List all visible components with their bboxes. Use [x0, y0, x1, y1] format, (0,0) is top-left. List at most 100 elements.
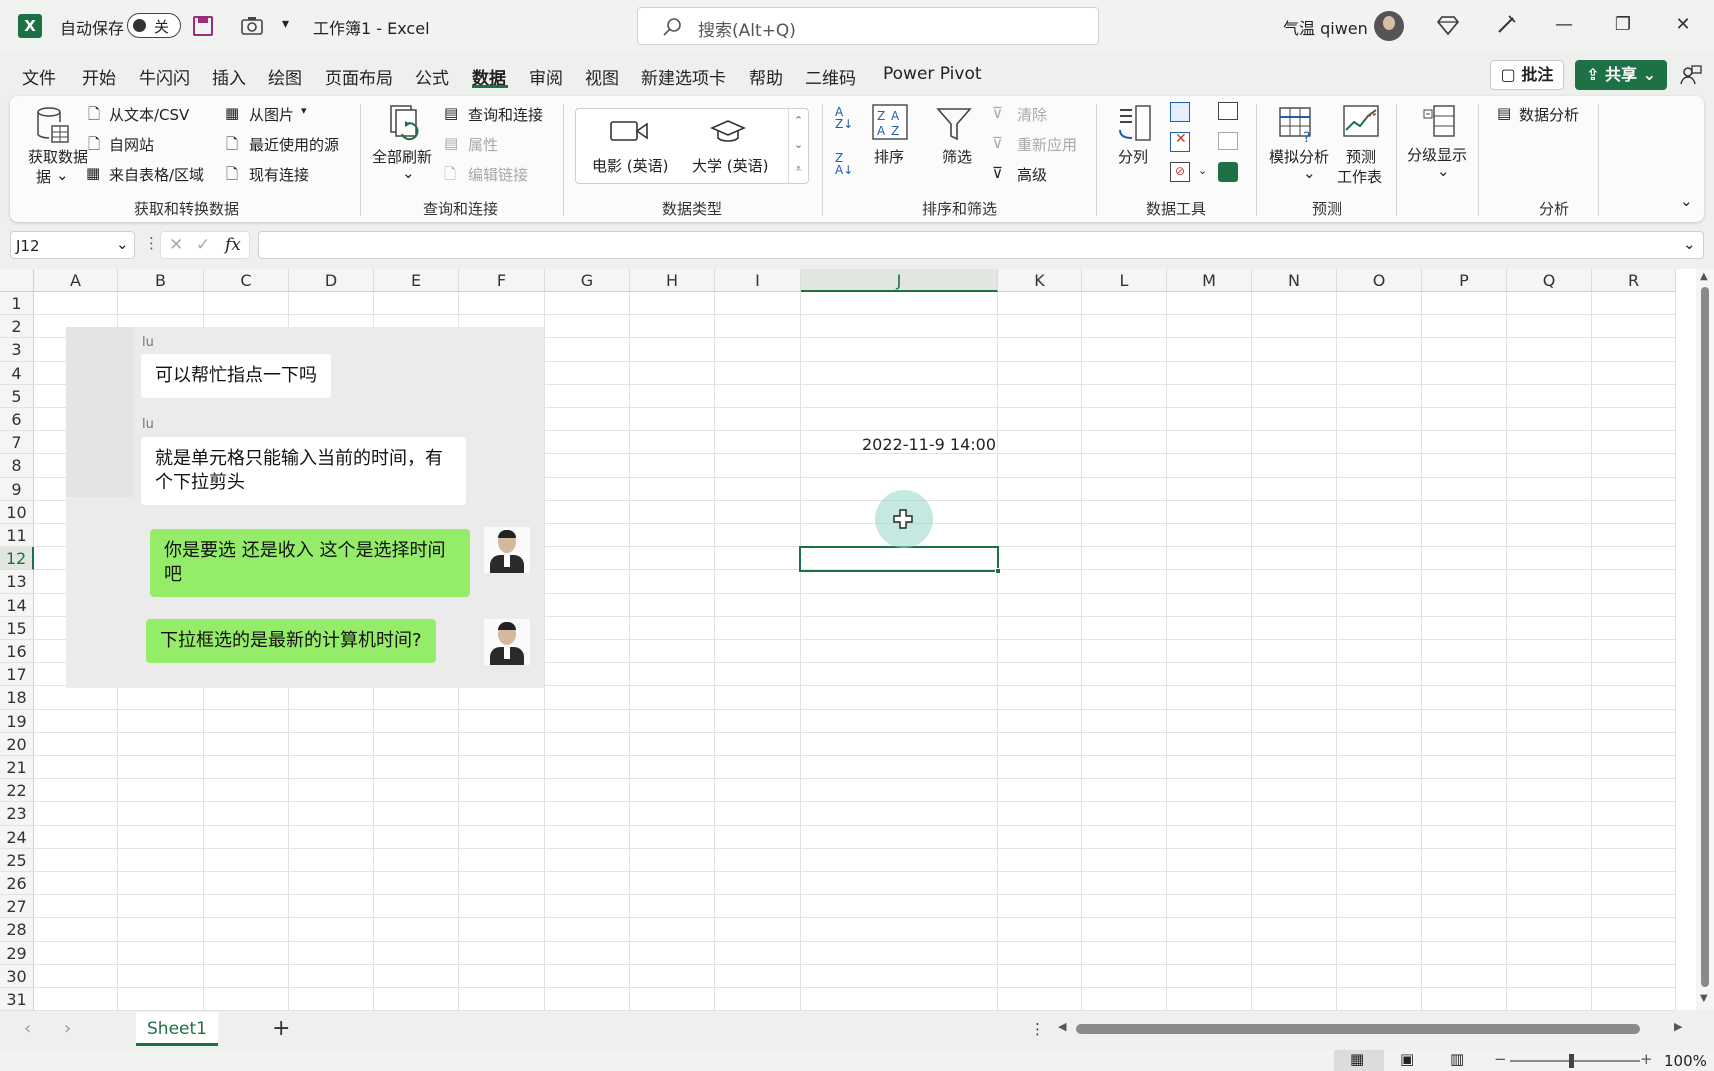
row-header-15[interactable]: 15: [0, 616, 34, 640]
row-header-26[interactable]: 26: [0, 872, 34, 896]
tab-view[interactable]: 视图: [585, 64, 619, 89]
chevron-down-icon[interactable]: ⌄: [1437, 162, 1450, 180]
data-validation-icon[interactable]: ⊘: [1170, 162, 1190, 182]
cell-j7[interactable]: 2022-11-9 14:00: [862, 435, 996, 454]
select-all-corner[interactable]: [0, 269, 34, 292]
qat-dropdown-icon[interactable]: ▾: [282, 16, 289, 32]
row-header-8[interactable]: 8: [0, 454, 34, 478]
chevron-down-icon[interactable]: ⌄: [56, 166, 69, 184]
tab-draw[interactable]: 绘图: [268, 64, 302, 89]
row-header-13[interactable]: 13: [0, 570, 34, 594]
zoom-out-icon[interactable]: −: [1494, 1050, 1507, 1068]
active-cell-j12[interactable]: [799, 546, 999, 572]
column-header-f[interactable]: F: [459, 269, 545, 292]
row-header-5[interactable]: 5: [0, 384, 34, 408]
row-header-6[interactable]: 6: [0, 408, 34, 432]
clear-button[interactable]: 清除: [1017, 104, 1047, 125]
from-picture-button[interactable]: 从图片: [249, 104, 294, 125]
row-header-23[interactable]: 23: [0, 802, 34, 826]
row-header-2[interactable]: 2: [0, 315, 34, 339]
sort-desc-icon[interactable]: Z A↓: [835, 152, 853, 176]
tab-home[interactable]: 开始: [82, 64, 116, 89]
scroll-up-icon[interactable]: ▲: [1700, 271, 1708, 282]
row-header-16[interactable]: 16: [0, 640, 34, 664]
tab-help[interactable]: 帮助: [749, 64, 783, 89]
row-header-10[interactable]: 10: [0, 500, 34, 524]
column-header-m[interactable]: M: [1167, 269, 1252, 292]
row-header-17[interactable]: 17: [0, 663, 34, 687]
advanced-button[interactable]: 高级: [1017, 164, 1047, 185]
add-sheet-button[interactable]: +: [272, 1016, 290, 1041]
horizontal-scroll-thumb[interactable]: [1076, 1024, 1640, 1034]
column-header-k[interactable]: K: [998, 269, 1082, 292]
zoom-slider-thumb[interactable]: [1569, 1054, 1574, 1068]
text-to-columns-button[interactable]: 分列: [1118, 146, 1148, 167]
tab-formulas[interactable]: 公式: [415, 64, 449, 89]
tab-scroll-right-icon[interactable]: ›: [64, 1018, 71, 1039]
row-header-31[interactable]: 31: [0, 988, 34, 1012]
chevron-down-icon[interactable]: ⌄: [1303, 164, 1316, 182]
autosave-toggle[interactable]: 关: [127, 13, 181, 38]
row-header-18[interactable]: 18: [0, 686, 34, 710]
minimize-icon[interactable]: —: [1553, 14, 1575, 36]
tab-niushanshan[interactable]: 牛闪闪: [139, 64, 190, 89]
data-analysis-button[interactable]: 数据分析: [1519, 104, 1579, 125]
row-header-1[interactable]: 1: [0, 292, 34, 316]
row-header-12[interactable]: 12: [0, 547, 34, 571]
row-header-3[interactable]: 3: [0, 338, 34, 362]
restore-icon[interactable]: ❐: [1612, 14, 1634, 36]
search-box[interactable]: 搜索(Alt+Q): [637, 7, 1099, 45]
comments-button[interactable]: ▢ 批注: [1490, 60, 1564, 90]
relationships-icon[interactable]: [1218, 132, 1238, 150]
data-type-universities[interactable]: 大学 (英语): [692, 155, 768, 176]
column-header-d[interactable]: D: [289, 269, 374, 292]
queries-connections-button[interactable]: 查询和连接: [468, 104, 543, 125]
column-header-p[interactable]: P: [1422, 269, 1507, 292]
scroll-down-icon[interactable]: ▼: [1700, 993, 1708, 1004]
chevron-down-icon[interactable]: ▾: [301, 104, 307, 117]
column-header-q[interactable]: Q: [1507, 269, 1592, 292]
hscroll-right-icon[interactable]: ▶: [1674, 1020, 1682, 1033]
column-header-j[interactable]: J: [801, 269, 998, 292]
user-avatar[interactable]: [1374, 11, 1404, 41]
row-header-7[interactable]: 7: [0, 431, 34, 455]
filter-button[interactable]: 筛选: [942, 146, 972, 167]
sort-button[interactable]: 排序: [874, 146, 904, 167]
row-header-11[interactable]: 11: [0, 524, 34, 548]
sort-asc-icon[interactable]: A Z↓: [835, 106, 853, 130]
row-header-14[interactable]: 14: [0, 593, 34, 617]
formula-input[interactable]: ⌄: [258, 231, 1704, 259]
column-header-g[interactable]: G: [545, 269, 630, 292]
remove-duplicates-icon[interactable]: ✕: [1170, 131, 1190, 152]
row-header-4[interactable]: 4: [0, 361, 34, 385]
what-if-button[interactable]: 模拟分析: [1269, 146, 1329, 167]
zoom-level[interactable]: 100%: [1664, 1052, 1707, 1070]
normal-view-button[interactable]: ▦: [1334, 1050, 1384, 1071]
get-data-button[interactable]: 获取数据: [28, 146, 88, 167]
hscroll-left-icon[interactable]: ◀: [1058, 1020, 1066, 1033]
row-header-19[interactable]: 19: [0, 709, 34, 733]
tab-power-pivot[interactable]: Power Pivot: [883, 64, 982, 84]
existing-connections-button[interactable]: 现有连接: [249, 164, 309, 185]
gallery-scroll[interactable]: ⌃ ⌄ ⩡: [788, 109, 808, 183]
zoom-slider[interactable]: [1510, 1060, 1640, 1062]
vertical-scrollbar[interactable]: ▲ ▼: [1696, 269, 1714, 1010]
from-table-button[interactable]: 来自表格/区域: [109, 164, 204, 185]
column-header-r[interactable]: R: [1592, 269, 1676, 292]
column-header-a[interactable]: A: [34, 269, 118, 292]
diamond-icon[interactable]: [1437, 15, 1459, 35]
chevron-down-icon[interactable]: ⌄: [402, 164, 415, 182]
column-header-c[interactable]: C: [204, 269, 289, 292]
page-break-view-icon[interactable]: ▥: [1450, 1050, 1464, 1068]
from-web-button[interactable]: 自网站: [109, 134, 154, 155]
row-header-30[interactable]: 30: [0, 964, 34, 988]
camera-icon[interactable]: [241, 16, 263, 36]
row-header-22[interactable]: 22: [0, 779, 34, 803]
column-header-i[interactable]: I: [715, 269, 801, 292]
share-button[interactable]: ⇪ 共享 ⌄: [1575, 60, 1667, 90]
consolidate-icon[interactable]: [1218, 102, 1238, 120]
enter-icon[interactable]: ✓: [196, 235, 210, 255]
row-header-29[interactable]: 29: [0, 941, 34, 965]
row-header-28[interactable]: 28: [0, 918, 34, 942]
column-header-b[interactable]: B: [118, 269, 204, 292]
